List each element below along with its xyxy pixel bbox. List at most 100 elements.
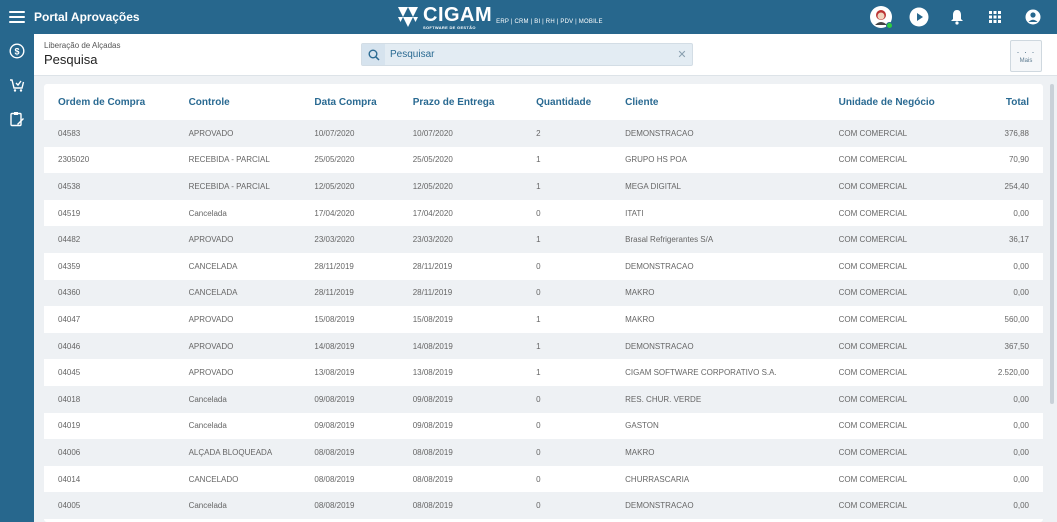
menu-button[interactable]	[0, 0, 34, 34]
cell-controle: APROVADO	[174, 359, 301, 386]
table-row[interactable]: 2305020 RECEBIDA - PARCIAL 25/05/2020 25/05…	[44, 146, 1043, 174]
cigam-logo-icon	[398, 7, 418, 27]
cell-total: 560,00	[966, 306, 1043, 333]
table-row[interactable]: 04018 Cancelada 09/08/2019 09/08/2019 0 RES. …	[44, 385, 1043, 413]
cell-controle: CANCELADA	[174, 252, 301, 280]
cell-ordem-compra: 04047	[44, 306, 175, 333]
cell-ordem-compra: 04046	[44, 332, 175, 360]
more-button[interactable]: · · · Mais	[1010, 40, 1042, 72]
table-row[interactable]: 04538 RECEBIDA - PARCIAL 12/05/2020 12/05/2…	[44, 173, 1043, 200]
cell-data-compra: 25/05/2020	[300, 146, 399, 174]
clear-search-icon[interactable]: ✕	[672, 48, 692, 61]
account-circle-icon	[1025, 9, 1041, 25]
cell-prazo-entrega: 09/08/2019	[398, 385, 523, 413]
table-row[interactable]: 04045 APROVADO 13/08/2019 13/08/2019 1 CIGAM …	[44, 359, 1043, 386]
cell-quantidade: 2	[522, 120, 612, 147]
cell-prazo-entrega: 28/11/2019	[398, 252, 523, 280]
apps-grid-button[interactable]	[979, 0, 1011, 34]
cell-unidade-negocio: COM COMERCIAL	[824, 385, 967, 413]
column-header-quantidade[interactable]: Quantidade	[522, 84, 611, 120]
table-row[interactable]: 04482 APROVADO 23/03/2020 23/03/2020 1 Brasal…	[44, 226, 1043, 253]
cell-prazo-entrega: 23/03/2020	[398, 226, 523, 253]
cell-cliente: DEMONSTRACAO	[611, 252, 825, 280]
app-title: Portal Aprovações	[34, 10, 140, 24]
cell-unidade-negocio: COM COMERCIAL	[824, 146, 967, 174]
column-header-cliente[interactable]: Cliente	[611, 84, 825, 120]
cell-total: 0,00	[966, 465, 1043, 493]
play-icon	[909, 7, 929, 27]
table-row[interactable]: 04519 Cancelada 17/04/2020 17/04/2020 0 ITATI…	[44, 199, 1043, 227]
cell-cliente: CIGAM SOFTWARE CORPORATIVO S.A.	[611, 359, 825, 386]
cell-data-compra: 09/08/2019	[300, 412, 399, 440]
cell-unidade-negocio: COM COMERCIAL	[824, 439, 967, 466]
cell-controle: APROVADO	[174, 226, 301, 253]
play-button[interactable]	[903, 0, 935, 34]
user-avatar-button[interactable]	[865, 0, 897, 34]
table-row[interactable]: 04006 ALÇADA BLOQUEADA 08/08/2019 08/08/201…	[44, 439, 1043, 466]
cell-prazo-entrega: 08/08/2019	[398, 492, 523, 519]
cell-cliente: DEMONSTRACAO	[611, 120, 825, 147]
cell-prazo-entrega: 09/08/2019	[398, 412, 523, 440]
scrollbar[interactable]	[1050, 84, 1054, 404]
cell-quantidade: 0	[522, 412, 612, 440]
cell-unidade-negocio: COM COMERCIAL	[824, 120, 967, 147]
table-row[interactable]: 04014 CANCELADO 08/08/2019 08/08/2019 0 CHURR…	[44, 465, 1043, 493]
cell-cliente: MEGA DIGITAL	[611, 173, 825, 200]
table-row[interactable]: 04019 Cancelada 09/08/2019 09/08/2019 0 GASTO…	[44, 412, 1043, 440]
column-header-total[interactable]: Total	[967, 84, 1043, 120]
cell-ordem-compra: 04005	[44, 492, 175, 519]
page-title: Pesquisa	[44, 52, 98, 67]
cell-unidade-negocio: COM COMERCIAL	[824, 306, 967, 333]
cell-ordem-compra: 2305020	[44, 146, 175, 174]
brand-modules: ERP | CRM | BI | RH | PDV | MOBILE	[496, 18, 603, 25]
table-row[interactable]: 04359 CANCELADA 28/11/2019 28/11/2019 0 DEMON…	[44, 252, 1043, 280]
column-header-data-compra[interactable]: Data Compra	[300, 84, 398, 120]
cell-unidade-negocio: COM COMERCIAL	[824, 279, 967, 307]
column-header-prazo-entrega[interactable]: Prazo de Entrega	[399, 84, 522, 120]
cell-total: 367,50	[966, 332, 1043, 360]
table-body: 04583 APROVADO 10/07/2020 10/07/2020 2 DEMONS…	[44, 120, 1043, 519]
cell-prazo-entrega: 14/08/2019	[398, 332, 523, 360]
column-header-unidade-negocio[interactable]: Unidade de Negócio	[825, 84, 967, 120]
column-header-controle[interactable]: Controle	[175, 84, 301, 120]
sidebar: $	[0, 34, 34, 522]
search-bar: ✕	[361, 43, 693, 66]
cell-prazo-entrega: 08/08/2019	[398, 465, 523, 493]
cell-unidade-negocio: COM COMERCIAL	[824, 492, 967, 519]
column-header-ordem-compra[interactable]: Ordem de Compra	[44, 84, 175, 120]
table-row[interactable]: 04046 APROVADO 14/08/2019 14/08/2019 1 DEMONS…	[44, 332, 1043, 360]
cell-total: 0,00	[966, 385, 1043, 413]
cell-cliente: DEMONSTRACAO	[611, 332, 825, 360]
cell-cliente: MAKRO	[611, 439, 825, 466]
cell-prazo-entrega: 25/05/2020	[398, 146, 523, 174]
notifications-button[interactable]	[941, 0, 973, 34]
cell-quantidade: 0	[522, 199, 612, 227]
more-label: Mais	[1019, 57, 1033, 64]
svg-text:$: $	[14, 47, 19, 57]
cell-unidade-negocio: COM COMERCIAL	[824, 199, 967, 227]
table-row[interactable]: 04583 APROVADO 10/07/2020 10/07/2020 2 DEMONS…	[44, 120, 1043, 147]
table-row[interactable]: 04005 Cancelada 08/08/2019 08/08/2019 0 DEMON…	[44, 492, 1043, 519]
sidebar-item-approvals[interactable]	[0, 102, 34, 136]
cell-controle: RECEBIDA - PARCIAL	[174, 146, 301, 174]
table-row[interactable]: 04360 CANCELADA 28/11/2019 28/11/2019 0 MAKRO…	[44, 279, 1043, 307]
cell-cliente: MAKRO	[611, 279, 825, 307]
breadcrumb: Liberação de Alçadas	[44, 41, 121, 50]
cell-prazo-entrega: 12/05/2020	[398, 173, 523, 200]
cell-ordem-compra: 04006	[44, 439, 175, 466]
cell-prazo-entrega: 28/11/2019	[398, 279, 523, 307]
cell-unidade-negocio: COM COMERCIAL	[824, 412, 967, 440]
search-button[interactable]	[362, 44, 385, 65]
search-input[interactable]	[390, 49, 672, 60]
cell-total: 70,90	[966, 146, 1043, 174]
cell-data-compra: 08/08/2019	[300, 465, 399, 493]
cell-unidade-negocio: COM COMERCIAL	[824, 252, 967, 280]
sidebar-item-finance[interactable]: $	[0, 34, 34, 68]
table-row[interactable]: 04047 APROVADO 15/08/2019 15/08/2019 1 MAKRO C…	[44, 306, 1043, 333]
cell-data-compra: 14/08/2019	[300, 332, 399, 360]
cell-ordem-compra: 04583	[44, 120, 175, 147]
account-button[interactable]	[1017, 0, 1049, 34]
sidebar-item-purchases[interactable]	[0, 68, 34, 102]
search-icon	[368, 49, 380, 61]
bell-icon	[951, 10, 963, 25]
